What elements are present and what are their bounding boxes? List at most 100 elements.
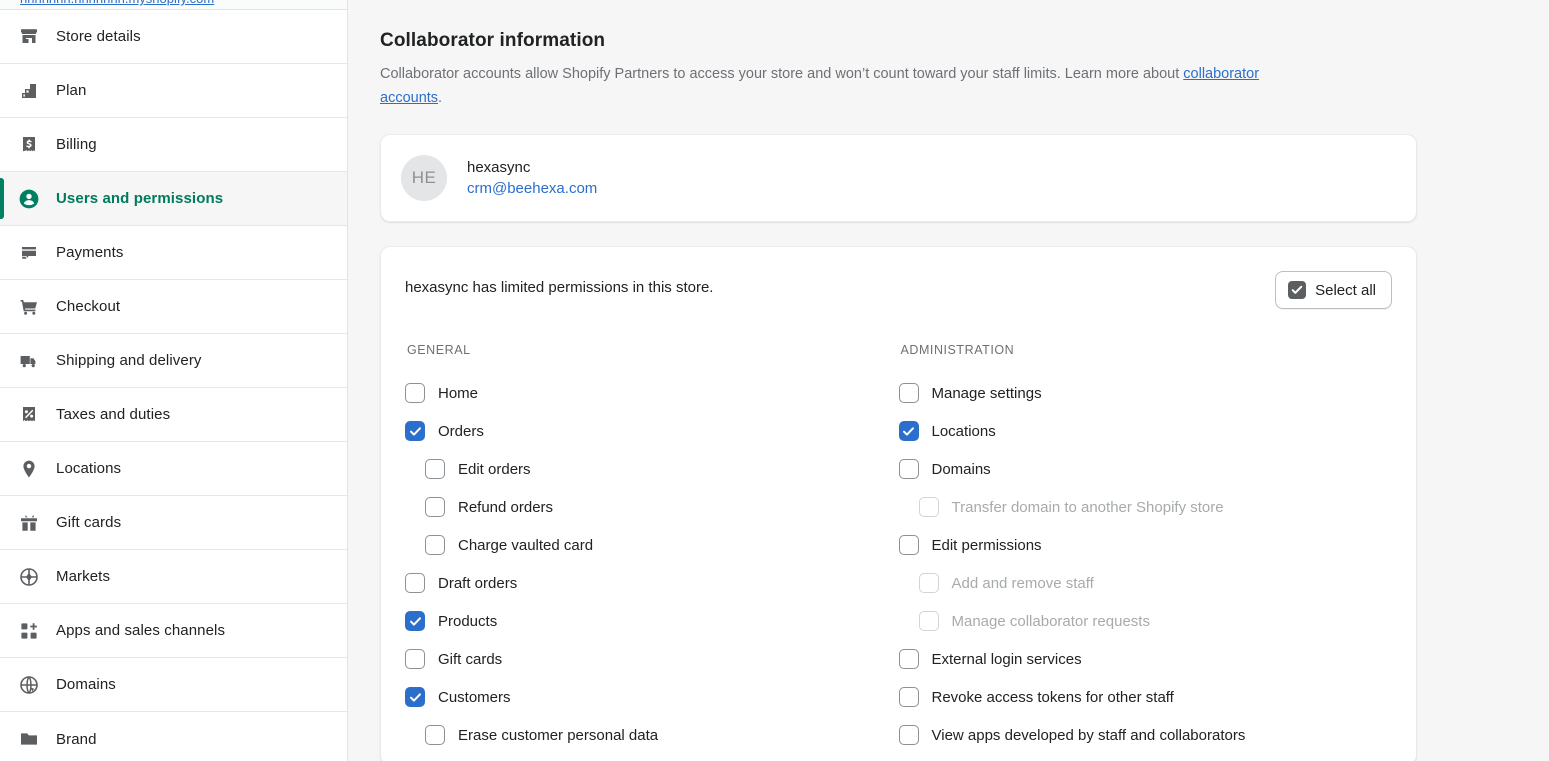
select-all-button[interactable]: Select all <box>1275 271 1392 309</box>
sidebar-item-gift-cards[interactable]: Gift cards <box>0 496 347 550</box>
checkbox-unchecked-icon[interactable] <box>405 573 425 593</box>
sidebar-item-label: Markets <box>56 568 111 585</box>
settings-page: hhhhhhh.hhhhhhh.myshopify.com Store deta… <box>0 0 1549 761</box>
checkbox-checked-icon[interactable] <box>898 421 919 441</box>
permission-label: Customers <box>438 688 511 706</box>
permission-column-administration: ADMINISTRATION Manage settings Locations Do… <box>898 343 1393 754</box>
sidebar-item-apps-and-sales-channels[interactable]: Apps and sales channels <box>0 604 347 658</box>
sidebar-item-label: Apps and sales channels <box>56 622 226 639</box>
permission-row[interactable]: External login services <box>898 640 1393 678</box>
sidebar-item-shipping-and-delivery[interactable]: Shipping and delivery <box>0 334 347 388</box>
sidebar-item-label: Brand <box>56 730 97 748</box>
permission-label: Transfer domain to another Shopify store <box>951 498 1224 516</box>
checkbox-checked-icon[interactable] <box>405 687 425 707</box>
sidebar-nav-list: Store details Plan Billing Users and permis… <box>0 10 347 761</box>
permission-row[interactable]: Home <box>405 374 899 412</box>
permission-label: Refund orders <box>458 498 554 516</box>
permission-label: Domains <box>931 460 991 478</box>
collaborator-name: hexasync <box>467 159 531 176</box>
sidebar-item-markets[interactable]: Markets <box>0 550 347 604</box>
permission-label: Products <box>438 612 498 630</box>
store-url-row: hhhhhhh.hhhhhhh.myshopify.com <box>0 0 347 10</box>
checkbox-unchecked-icon[interactable] <box>898 687 919 707</box>
page-title: Collaborator information <box>380 30 606 51</box>
sidebar-item-label: Checkout <box>56 298 121 315</box>
sidebar-item-label: Gift cards <box>56 514 122 531</box>
permission-label: Gift cards <box>438 650 503 668</box>
permissions-card: hexasync has limited permissions in this… <box>380 246 1417 761</box>
sidebar-item-plan[interactable]: Plan <box>0 64 347 118</box>
checkbox-checked-icon[interactable] <box>405 421 425 441</box>
checkbox-unchecked-icon[interactable] <box>425 459 445 479</box>
sidebar-item-domains[interactable]: Domains <box>0 658 347 712</box>
sidebar-item-label: Domains <box>56 676 116 693</box>
globe-compass-icon <box>18 566 40 588</box>
permission-row[interactable]: Draft orders <box>405 564 899 602</box>
checkbox-unchecked-icon <box>918 611 939 631</box>
delivery-truck-icon <box>18 350 40 372</box>
store-url-link[interactable]: hhhhhhh.hhhhhhh.myshopify.com <box>20 0 214 6</box>
checkbox-unchecked-icon[interactable] <box>425 497 445 517</box>
permission-row[interactable]: Erase customer personal data <box>405 716 899 754</box>
permission-row[interactable]: Revoke access tokens for other staff <box>898 678 1393 716</box>
permission-label: Erase customer personal data <box>458 726 659 744</box>
permission-label: View apps developed by staff and collabo… <box>931 726 1246 744</box>
billing-receipt-icon <box>18 134 40 156</box>
checkbox-unchecked-icon[interactable] <box>898 535 919 555</box>
main-content: Collaborator information Collaborator ac… <box>348 0 1549 761</box>
gift-icon <box>18 512 40 534</box>
permission-label: External login services <box>931 650 1082 668</box>
checkbox-unchecked-icon[interactable] <box>898 649 919 669</box>
checkbox-checked-icon[interactable] <box>405 611 425 631</box>
collaborator-email-link[interactable]: crm@beehexa.com <box>467 180 597 197</box>
sidebar-item-checkout[interactable]: Checkout <box>0 280 347 334</box>
checkbox-unchecked-icon[interactable] <box>898 725 919 745</box>
sidebar-item-store-details[interactable]: Store details <box>0 10 347 64</box>
sidebar-item-label: Locations <box>56 460 122 477</box>
sidebar-item-locations[interactable]: Locations <box>0 442 347 496</box>
sidebar-item-payments[interactable]: Payments <box>0 226 347 280</box>
checkbox-unchecked-icon[interactable] <box>425 535 445 555</box>
map-pin-icon <box>18 458 40 480</box>
sidebar-item-label: Billing <box>56 136 97 153</box>
permission-label: Manage settings <box>931 384 1042 402</box>
checkbox-unchecked-icon[interactable] <box>405 383 425 403</box>
page-description: Collaborator accounts allow Shopify Part… <box>380 62 1320 110</box>
permission-column-title: ADMINISTRATION <box>900 343 1015 357</box>
permission-row[interactable]: Domains <box>898 450 1393 488</box>
sidebar-item-label: Store details <box>56 28 141 45</box>
permission-row[interactable]: Manage settings <box>898 374 1393 412</box>
permission-row[interactable]: Edit orders <box>405 450 899 488</box>
sidebar-item-label: Shipping and delivery <box>56 352 202 369</box>
permission-row[interactable]: Edit permissions <box>898 526 1393 564</box>
permission-row[interactable]: Gift cards <box>405 640 899 678</box>
permission-row[interactable]: View apps developed by staff and collabo… <box>898 716 1393 754</box>
globe-domain-icon <box>18 674 40 696</box>
permission-column-general: GENERAL Home Orders Edit orders Refund order… <box>405 343 899 754</box>
sidebar-item-label: Plan <box>56 82 87 99</box>
permission-row[interactable]: Charge vaulted card <box>405 526 899 564</box>
checkbox-unchecked-icon[interactable] <box>425 725 445 745</box>
checkbox-unchecked-icon[interactable] <box>898 459 919 479</box>
sidebar-item-taxes-and-duties[interactable]: Taxes and duties <box>0 388 347 442</box>
permissions-header: hexasync has limited permissions in this… <box>405 271 1392 309</box>
checkbox-unchecked-icon[interactable] <box>405 649 425 669</box>
permission-label: Locations <box>931 422 996 440</box>
collaborator-identity-text: hexasync crm@beehexa.com <box>467 159 597 197</box>
permission-row[interactable]: Orders <box>405 412 899 450</box>
payments-card-icon <box>18 242 40 264</box>
sidebar-item-users-and-permissions[interactable]: Users and permissions <box>0 172 347 226</box>
permission-row[interactable]: Locations <box>898 412 1393 450</box>
permission-row[interactable]: Refund orders <box>405 488 899 526</box>
checkbox-unchecked-icon[interactable] <box>898 383 919 403</box>
sidebar-item-label: Taxes and duties <box>56 406 171 423</box>
permission-row[interactable]: Products <box>405 602 899 640</box>
store-icon <box>18 26 40 48</box>
permission-row: Add and remove staff <box>899 564 1393 602</box>
permission-label: Add and remove staff <box>951 574 1094 592</box>
sidebar-item-brand[interactable]: Brand <box>0 712 347 761</box>
page-description-period: . <box>438 90 443 106</box>
user-circle-icon <box>18 188 40 210</box>
permission-row[interactable]: Customers <box>405 678 899 716</box>
sidebar-item-billing[interactable]: Billing <box>0 118 347 172</box>
